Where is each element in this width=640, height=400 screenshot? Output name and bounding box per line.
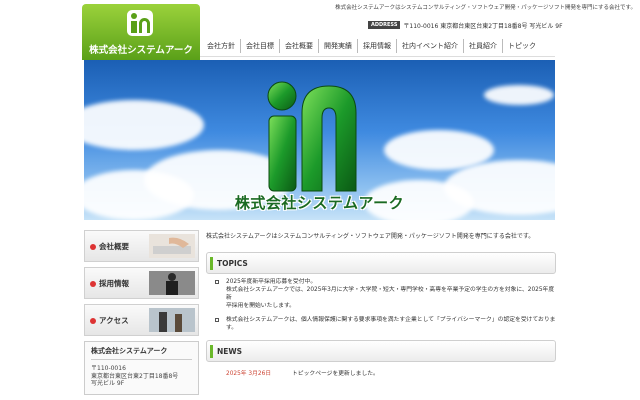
company-info-box: 株式会社システムアーク 〒110-0016 東京都台東区台東2丁目18番8号 写… (84, 341, 199, 395)
topics-title: TOPICS (217, 259, 248, 268)
topics-header: TOPICS (206, 252, 556, 274)
topic-line: 2025年度新卒採用応募を受付中。 (226, 279, 317, 285)
topic-line: 株式会社システムアークでは、2025年3月に大学・大学院・短大・専門学校・高専を… (226, 287, 555, 301)
hero-title: 株式会社システムアーク (234, 194, 405, 212)
topic-line: 株式会社システムアークは、個人情報保護に関する要求事項を満たす企業として「プライ… (226, 317, 556, 323)
hero-logo-icon (267, 81, 357, 192)
hero-banner: 株式会社システムアーク (84, 60, 555, 220)
bullet-icon (90, 281, 96, 287)
nav-item-events[interactable]: 社内イベント紹介 (397, 39, 464, 53)
news-text: トピックページを更新しました。 (292, 371, 379, 377)
logo-text: 株式会社システムアーク (89, 45, 193, 56)
company-building: 写光ビル 9F (91, 380, 125, 387)
company-address: 東京都台東区台東2丁目18番8号 (91, 372, 179, 380)
header-tagline: 株式会社システムアークはシステムコンサルティング・ソフトウェア開発・パッケージソ… (335, 5, 636, 11)
nav-item-recruit[interactable]: 採用情報 (358, 39, 397, 53)
sidebar: 会社概要 採用情報 アクセス 株式会社システムアーク 〒110-0016 東京都… (84, 230, 199, 395)
sidebar-button-label: 採用情報 (99, 279, 129, 288)
intro-text: 株式会社システムアークはシステムコンサルティング・ソフトウェア開発・パッケージソ… (206, 233, 535, 240)
nav-divider (200, 56, 555, 57)
nav-item-overview[interactable]: 会社概要 (280, 39, 319, 53)
news-date: 2025年 3月26日 (226, 371, 272, 377)
address-label: ADDRESS (368, 21, 401, 29)
topic-line: 卒採用を開始いたします。 (226, 303, 295, 309)
sidebar-button-recruit[interactable]: 採用情報 (84, 267, 199, 299)
topic-item[interactable]: 2025年度新卒採用応募を受付中。 株式会社システムアークでは、2025年3月に… (206, 278, 556, 310)
topic-bullet-icon (215, 318, 219, 322)
topic-bullet-icon (215, 280, 219, 284)
walking-people-photo-icon (149, 308, 195, 332)
nav-item-policy[interactable]: 会社方針 (202, 39, 241, 53)
news-title: NEWS (217, 347, 243, 356)
sidebar-button-label: アクセス (99, 316, 129, 325)
topic-line: す。 (226, 325, 238, 331)
site-logo[interactable]: 株式会社システムアーク (82, 4, 200, 60)
news-item[interactable]: 2025年 3月26日 トピックページを更新しました。 (206, 368, 556, 377)
main-nav: 会社方針 会社目標 会社概要 開発実績 採用情報 社内イベント紹介 社員紹介 ト… (202, 39, 541, 53)
company-postcode: 〒110-0016 (91, 365, 126, 372)
bullet-icon (90, 244, 96, 250)
person-photo-icon (149, 271, 195, 295)
company-name: 株式会社システムアーク (91, 346, 192, 360)
address-text: 〒110-0016 東京都台東区台東2丁目18番8号 写光ビル 9F (403, 22, 563, 30)
bullet-icon (90, 318, 96, 324)
news-header: NEWS (206, 340, 556, 362)
nav-item-topics[interactable]: トピック (503, 39, 541, 53)
keyboard-photo-icon (149, 234, 195, 258)
nav-item-staff[interactable]: 社員紹介 (464, 39, 503, 53)
sidebar-button-overview[interactable]: 会社概要 (84, 230, 199, 262)
nav-item-goals[interactable]: 会社目標 (241, 39, 280, 53)
logo-mark-icon (127, 10, 153, 36)
sidebar-button-label: 会社概要 (99, 242, 129, 251)
nav-item-works[interactable]: 開発実績 (319, 39, 358, 53)
address-row: ADDRESS 〒110-0016 東京都台東区台東2丁目18番8号 写光ビル … (368, 20, 638, 30)
main-content: 株式会社システムアークはシステムコンサルティング・ソフトウェア開発・パッケージソ… (206, 231, 556, 377)
topic-item[interactable]: 株式会社システムアークは、個人情報保護に関する要求事項を満たす企業として「プライ… (206, 316, 556, 332)
sidebar-button-access[interactable]: アクセス (84, 304, 199, 336)
